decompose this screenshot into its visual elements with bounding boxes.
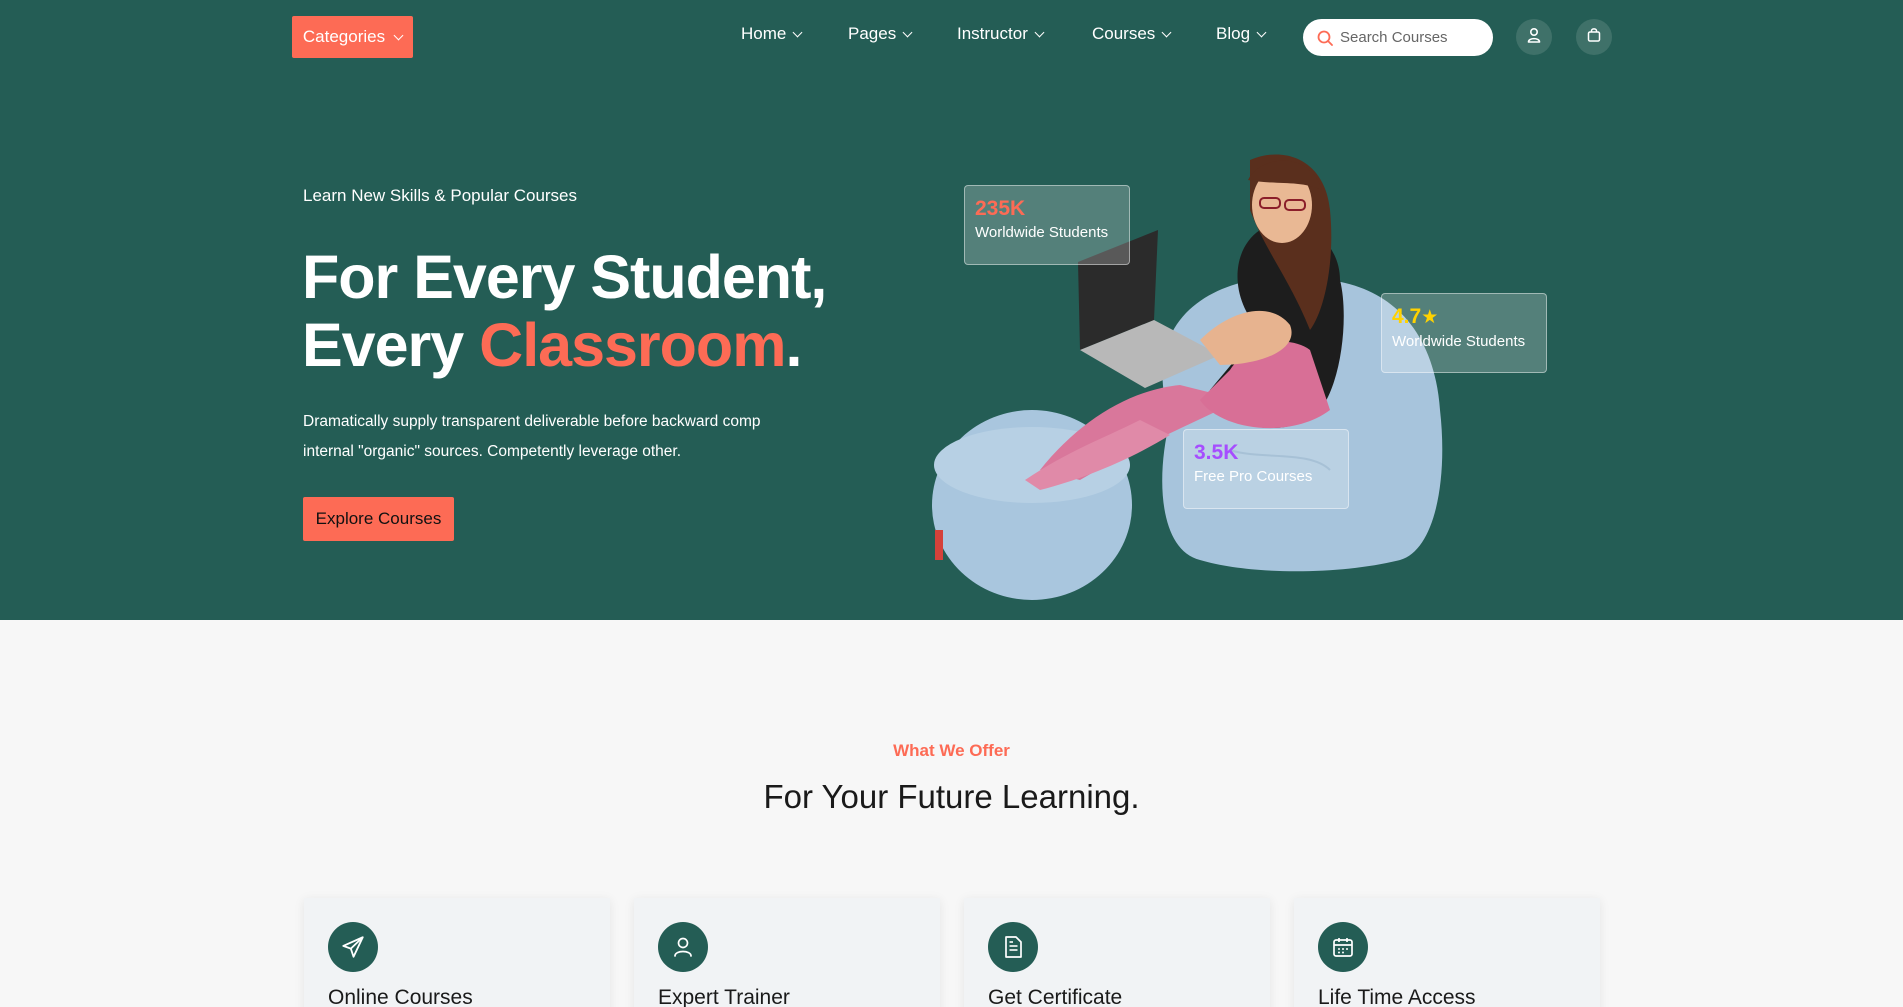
hero-title-line1: For Every Student, (302, 243, 827, 311)
nav-item-label: Home (741, 24, 787, 43)
nav-item-blog[interactable]: Blog (1216, 24, 1267, 44)
nav-item-instructor[interactable]: Instructor (957, 24, 1045, 44)
stat-value: 235K (975, 197, 1026, 220)
chevron-down-icon (792, 27, 803, 37)
hero-title-suffix: . (785, 311, 802, 379)
document-icon (988, 922, 1038, 972)
hero-subtitle: Learn New Skills & Popular Courses (303, 186, 578, 205)
chevron-down-icon (1034, 27, 1045, 37)
paper-plane-icon (328, 922, 378, 972)
nav-item-label: Blog (1216, 24, 1251, 43)
nav-item-label: Pages (848, 24, 897, 43)
categories-label: Categories (302, 27, 386, 46)
stat-value: 3.5K (1194, 441, 1239, 464)
stat-label: Free Pro Courses (1194, 468, 1313, 485)
nav-item-courses[interactable]: Courses (1092, 24, 1172, 44)
chevron-down-icon (1256, 27, 1267, 37)
search-icon (1317, 30, 1333, 46)
offer-card-title: Get Certificate (988, 986, 1123, 1007)
user-icon (1526, 27, 1542, 48)
offer-card-get-certificate[interactable]: Get Certificate (964, 898, 1270, 1007)
chevron-down-icon (393, 30, 404, 40)
hero-description: Dramatically supply transparent delivera… (303, 413, 761, 460)
stat-label: Worldwide Students (975, 224, 1109, 241)
stat-card-rating: 4.7★ Worldwide Students (1381, 293, 1547, 373)
categories-button[interactable]: Categories (292, 16, 413, 58)
account-button[interactable] (1516, 19, 1552, 55)
offer-card-title: Online Courses (328, 986, 473, 1007)
nav-item-home[interactable]: Home (741, 24, 803, 44)
search-bar[interactable] (1303, 19, 1493, 56)
hero-title-line2: Every Classroom. (302, 311, 826, 379)
offer-card-expert-trainer[interactable]: Expert Trainer (634, 898, 940, 1007)
search-input[interactable] (1340, 29, 1470, 46)
shopping-bag-icon (1587, 27, 1601, 47)
star-icon: ★ (1421, 307, 1439, 328)
offer-card-life-time-access[interactable]: Life Time Access (1294, 898, 1600, 1007)
calendar-icon (1318, 922, 1368, 972)
nav-item-pages[interactable]: Pages (848, 24, 913, 44)
chevron-down-icon (1161, 27, 1172, 37)
offer-card-online-courses[interactable]: Online Courses (304, 898, 610, 1007)
offer-tag: What We Offer (893, 741, 1010, 760)
nav-item-label: Courses (1092, 24, 1156, 43)
nav-item-label: Instructor (957, 24, 1028, 43)
stat-card-courses: 3.5K Free Pro Courses (1183, 429, 1349, 509)
hero-illustration: 235K Worldwide Students 4.7★ Worldwide S… (930, 150, 1550, 610)
hero-title-prefix: Every (302, 311, 480, 379)
offer-card-title: Life Time Access (1318, 986, 1476, 1007)
hero-title: For Every Student, Every Classroom. (302, 243, 827, 379)
offer-card-title: Expert Trainer (658, 986, 790, 1007)
offer-title: For Your Future Learning. (763, 778, 1140, 815)
stat-value: 4.7 (1392, 305, 1422, 328)
hero-title-accent: Classroom (479, 311, 786, 379)
user-icon (658, 922, 708, 972)
explore-courses-button[interactable]: Explore Courses (303, 497, 454, 541)
stat-value-rating: 4.7★ (1392, 304, 1536, 331)
stat-label: Worldwide Students (1392, 333, 1526, 350)
hero-section: Categories Home Pages Instructor Courses… (0, 0, 1903, 620)
chevron-down-icon (902, 27, 913, 37)
cart-button[interactable] (1576, 19, 1612, 55)
stat-card-students: 235K Worldwide Students (964, 185, 1130, 265)
